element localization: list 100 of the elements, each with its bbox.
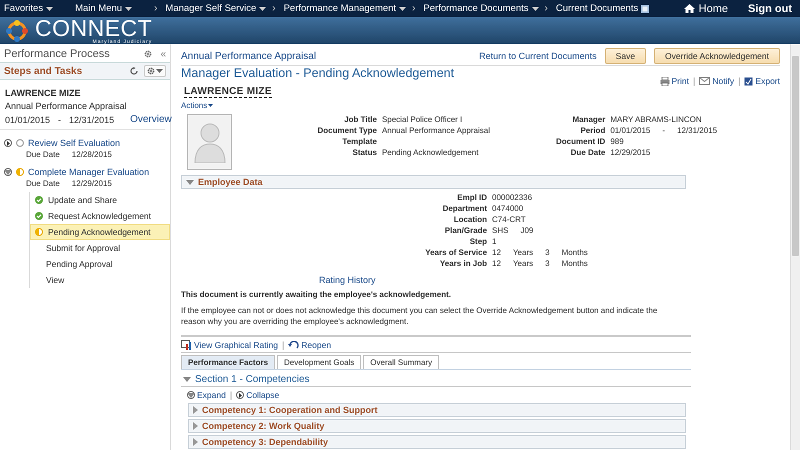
caret-icon: [532, 6, 538, 10]
due-date: 12/29/2015: [72, 179, 112, 188]
nav-menu[interactable]: Performance Documents: [423, 3, 538, 14]
field-value: 3: [545, 258, 550, 269]
action-button[interactable]: Override Acknowledgement: [654, 48, 780, 64]
refresh-icon[interactable]: [130, 67, 138, 75]
field-label: Years in Job: [438, 258, 488, 269]
collapse-link[interactable]: Collapse: [236, 390, 280, 400]
expand-toggle-icon[interactable]: [4, 139, 12, 147]
step-link[interactable]: Review Self Evaluation: [28, 138, 120, 148]
toolbar-link[interactable]: Export: [744, 76, 780, 86]
page-title: Manager Evaluation - Pending Acknowledgement: [181, 66, 456, 80]
nav-menu[interactable]: Favorites: [4, 3, 54, 14]
field-value: 1: [492, 236, 496, 247]
home-link[interactable]: Home: [684, 2, 728, 14]
status-message: This document is currently awaiting the employee's acknowledgement.: [181, 289, 452, 300]
collapse-panel-button[interactable]: «: [160, 48, 166, 60]
separator: |: [693, 76, 696, 86]
person-silhouette-icon: [192, 121, 226, 163]
rating-history-link[interactable]: Rating History: [319, 275, 376, 285]
tab[interactable]: Development Goals: [277, 355, 362, 369]
task-item[interactable]: Update and Share: [30, 192, 170, 208]
field-value: 0474000: [492, 203, 524, 214]
breadcrumb-separator: ›: [154, 3, 158, 14]
panel-title: Performance Process: [4, 48, 111, 60]
printer-icon: [660, 76, 670, 86]
field-label: Document ID: [556, 136, 606, 147]
section-title: Steps and Tasks: [4, 66, 84, 76]
field-label: Department: [442, 203, 488, 214]
date-separator: -: [58, 114, 62, 124]
caret-icon: [125, 6, 132, 10]
toolbar-link[interactable]: Print: [660, 76, 689, 86]
expand-link[interactable]: Expand: [187, 390, 226, 400]
tab[interactable]: Overall Summary: [363, 355, 440, 369]
field-value: Annual Performance Appraisal: [382, 125, 490, 136]
field-label: Years of Service: [424, 247, 488, 258]
field-value: 12: [492, 258, 501, 269]
page-icon: [641, 4, 650, 12]
task-item[interactable]: Pending Acknowledgement: [30, 224, 170, 240]
nav-menu[interactable]: Performance Management: [284, 3, 406, 14]
sign-out-link[interactable]: Sign out: [748, 2, 792, 14]
employee-name: LAWRENCE MIZE: [184, 86, 272, 98]
section-header[interactable]: Employee Data: [181, 175, 686, 189]
gear-icon: [144, 50, 152, 58]
task-item[interactable]: Pending Approval: [30, 256, 170, 272]
house-icon: [684, 4, 695, 13]
document-title: Annual Performance Appraisal: [181, 50, 318, 62]
field-label: Period: [579, 125, 606, 136]
field-value: 989: [610, 136, 624, 147]
breadcrumb-separator: ›: [272, 3, 276, 14]
field-value: MARY ABRAMS-LINCON: [610, 114, 702, 125]
task-item[interactable]: View: [30, 272, 170, 288]
return-link[interactable]: Return to Current Documents: [479, 51, 597, 61]
field-label: Job Title: [343, 114, 377, 125]
step-link[interactable]: Complete Manager Evaluation: [28, 167, 150, 177]
caret-icon: [399, 6, 406, 10]
breadcrumb-separator: ›: [412, 3, 416, 14]
field-label: Status: [351, 147, 377, 158]
section-heading[interactable]: Section 1 - Competencies: [181, 370, 691, 387]
toolbar-link[interactable]: Notify: [699, 76, 734, 86]
task-item[interactable]: Submit for Approval: [30, 240, 170, 256]
employee-name: LAWRENCE MIZE: [5, 88, 82, 98]
action-link[interactable]: View Graphical Rating: [181, 340, 278, 350]
end-date: 12/31/2015: [69, 114, 114, 124]
tab[interactable]: Performance Factors: [181, 355, 276, 369]
due-date-label: Due Date: [26, 150, 60, 159]
action-link[interactable]: Reopen: [288, 340, 332, 350]
caret-icon: [208, 104, 214, 107]
field-value: 3: [545, 247, 550, 258]
field-label: Document Type: [318, 125, 377, 136]
nav-menu[interactable]: Main Menu: [75, 3, 132, 14]
field-value: -: [662, 125, 666, 136]
field-label: Location: [452, 214, 488, 225]
actions-menu[interactable]: Actions: [181, 101, 208, 110]
nav-menu[interactable]: Current Documents: [556, 3, 650, 14]
scrollbar[interactable]: [790, 44, 800, 450]
logo-icon: [3, 18, 31, 42]
field-value: 12/29/2015: [610, 147, 650, 158]
start-date: 01/01/2015: [5, 114, 50, 124]
due-date: 12/28/2015: [72, 150, 112, 159]
action-button[interactable]: Save: [604, 48, 646, 64]
field-value: Months: [562, 247, 588, 258]
redo-arrow-icon: [288, 340, 300, 350]
caret-icon: [156, 69, 163, 73]
nav-menu[interactable]: Manager Self Service: [165, 3, 266, 14]
field-value: 000002336: [492, 192, 532, 203]
competency-header[interactable]: Competency 3: Dependability: [188, 435, 686, 449]
task-item[interactable]: Request Acknowledgement: [30, 208, 170, 224]
field-value: 01/01/2015: [610, 125, 650, 136]
caret-icon: [46, 6, 54, 10]
field-value: Years: [512, 258, 534, 269]
field-value: Special Police Officer I: [382, 114, 462, 125]
field-label: Empl ID: [456, 192, 488, 203]
field-label: Plan/Grade: [444, 225, 488, 236]
settings-button[interactable]: [144, 65, 166, 77]
competency-header[interactable]: Competency 2: Work Quality: [188, 419, 686, 433]
overview-link[interactable]: Overview: [130, 114, 172, 125]
competency-header[interactable]: Competency 1: Cooperation and Support: [188, 403, 686, 417]
envelope-icon: [699, 77, 710, 85]
field-value: J09: [520, 225, 534, 236]
